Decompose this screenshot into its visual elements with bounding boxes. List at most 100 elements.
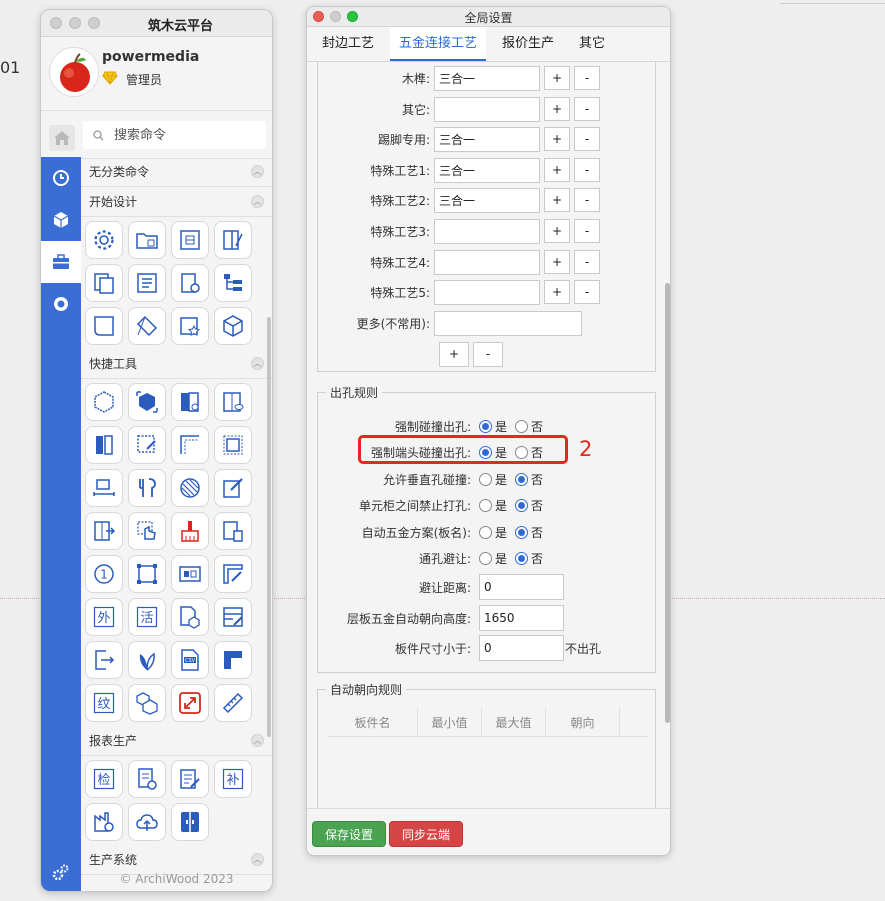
doc-cube-button[interactable] bbox=[171, 598, 209, 636]
factory-button[interactable] bbox=[85, 803, 123, 841]
left-scrollbar[interactable] bbox=[267, 317, 271, 737]
multi-cube-button[interactable] bbox=[128, 684, 166, 722]
search-input[interactable] bbox=[114, 127, 254, 143]
csv-export-button[interactable]: CSV bbox=[171, 641, 209, 679]
chevron-up-icon[interactable]: ︿ bbox=[251, 734, 264, 747]
report-settings-button[interactable] bbox=[128, 760, 166, 798]
door-settings-button[interactable] bbox=[171, 383, 209, 421]
radio-no[interactable] bbox=[515, 472, 529, 486]
transform-button[interactable] bbox=[128, 555, 166, 593]
process-value[interactable]: 三合一 bbox=[434, 126, 540, 152]
frame-select-button[interactable] bbox=[214, 426, 252, 464]
tab-other[interactable]: 其它 bbox=[570, 27, 614, 61]
box-button[interactable] bbox=[214, 307, 252, 345]
copy-button[interactable] bbox=[85, 264, 123, 302]
radio-yes[interactable] bbox=[479, 419, 492, 433]
tree-button[interactable] bbox=[214, 264, 252, 302]
radio-no[interactable] bbox=[515, 419, 529, 433]
column-header[interactable]: 最小值 bbox=[418, 707, 482, 737]
shelf-height-input[interactable]: 1650 bbox=[479, 605, 564, 631]
slant-button[interactable] bbox=[128, 307, 166, 345]
save-button[interactable]: 保存设置 bbox=[312, 821, 386, 847]
avatar[interactable] bbox=[49, 47, 99, 97]
settings-tool-button[interactable] bbox=[85, 221, 123, 259]
texture-button[interactable] bbox=[171, 469, 209, 507]
ruler-button[interactable] bbox=[214, 684, 252, 722]
section-uncategorized[interactable]: 无分类命令 ︿ bbox=[81, 157, 272, 187]
column-header[interactable]: 朝向 bbox=[546, 707, 620, 737]
remove-button[interactable]: - bbox=[574, 127, 600, 151]
tab-quote-production[interactable]: 报价生产 bbox=[493, 27, 563, 61]
remove-button[interactable]: - bbox=[473, 341, 503, 367]
layout-button[interactable] bbox=[171, 221, 209, 259]
process-value[interactable]: 三合一 bbox=[434, 65, 540, 91]
process-value[interactable] bbox=[434, 249, 540, 275]
list-button[interactable] bbox=[128, 264, 166, 302]
chevron-up-icon[interactable]: ︿ bbox=[251, 195, 264, 208]
delete-button[interactable] bbox=[214, 512, 252, 550]
column-header[interactable]: 板件名 bbox=[328, 707, 418, 737]
arch-button[interactable] bbox=[85, 307, 123, 345]
style-button[interactable] bbox=[171, 307, 209, 345]
paint-button[interactable] bbox=[171, 512, 209, 550]
radio-no[interactable] bbox=[515, 525, 529, 539]
add-button[interactable]: + bbox=[544, 250, 570, 274]
section-quick-tools[interactable]: 快捷工具 ︿ bbox=[81, 349, 272, 379]
section-production[interactable]: 生产系统 ︿ bbox=[81, 845, 272, 875]
resize-button[interactable] bbox=[171, 684, 209, 722]
process-value[interactable] bbox=[434, 279, 540, 305]
pointer-button[interactable] bbox=[128, 512, 166, 550]
panel-edit-button[interactable] bbox=[214, 555, 252, 593]
remove-button[interactable]: - bbox=[574, 250, 600, 274]
remove-button[interactable]: - bbox=[574, 280, 600, 304]
chevron-up-icon[interactable]: ︿ bbox=[251, 165, 264, 178]
corner-button[interactable] bbox=[171, 426, 209, 464]
panel-size-input[interactable]: 0 bbox=[479, 635, 564, 661]
add-button[interactable]: + bbox=[544, 97, 570, 121]
radio-yes[interactable] bbox=[479, 525, 492, 539]
settings-scrollbar[interactable] bbox=[665, 283, 670, 723]
cube-select-button[interactable] bbox=[128, 383, 166, 421]
hardware-button[interactable] bbox=[128, 469, 166, 507]
drawer-edit-button[interactable] bbox=[214, 598, 252, 636]
cabinet-split-button[interactable] bbox=[85, 426, 123, 464]
remove-button[interactable]: - bbox=[574, 97, 600, 121]
add-button[interactable]: + bbox=[544, 188, 570, 212]
chevron-up-icon[interactable]: ︿ bbox=[251, 357, 264, 370]
radio-no[interactable] bbox=[515, 551, 529, 565]
process-value[interactable]: 三合一 bbox=[434, 157, 540, 183]
radio-yes[interactable] bbox=[479, 551, 492, 565]
sidebar-item-settings[interactable] bbox=[41, 283, 81, 325]
column-header[interactable]: 最大值 bbox=[482, 707, 546, 737]
report-edit-button[interactable] bbox=[171, 760, 209, 798]
add-button[interactable]: + bbox=[439, 341, 469, 367]
add-button[interactable]: + bbox=[544, 280, 570, 304]
more-input[interactable] bbox=[434, 310, 582, 336]
sidebar-item-models[interactable] bbox=[41, 199, 81, 241]
edit-design-button[interactable] bbox=[214, 221, 252, 259]
section-reports[interactable]: 报表生产 ︿ bbox=[81, 726, 272, 756]
radio-yes[interactable] bbox=[479, 472, 492, 486]
process-value[interactable]: 三合一 bbox=[434, 187, 540, 213]
add-button[interactable]: + bbox=[544, 127, 570, 151]
note-button[interactable] bbox=[214, 469, 252, 507]
tab-edge-banding[interactable]: 封边工艺 bbox=[313, 27, 383, 61]
section-start-design[interactable]: 开始设计 ︿ bbox=[81, 187, 272, 217]
module-button[interactable] bbox=[171, 555, 209, 593]
door-view-button[interactable] bbox=[214, 383, 252, 421]
search-box[interactable] bbox=[83, 121, 266, 149]
avoid-distance-input[interactable]: 0 bbox=[479, 574, 564, 600]
add-button[interactable]: + bbox=[544, 158, 570, 182]
chevron-up-icon[interactable]: ︿ bbox=[251, 853, 264, 866]
remove-button[interactable]: - bbox=[574, 188, 600, 212]
tab-hardware-connection[interactable]: 五金连接工艺 bbox=[390, 27, 487, 61]
radio-yes[interactable] bbox=[479, 498, 492, 512]
area-edit-button[interactable] bbox=[128, 426, 166, 464]
profile-button[interactable] bbox=[214, 641, 252, 679]
split-panel-button[interactable] bbox=[171, 803, 209, 841]
home-button[interactable] bbox=[49, 125, 75, 151]
door-arrow-button[interactable] bbox=[85, 512, 123, 550]
sidebar-item-history[interactable] bbox=[41, 157, 81, 199]
cloud-upload-button[interactable] bbox=[128, 803, 166, 841]
add-button[interactable]: + bbox=[544, 66, 570, 90]
